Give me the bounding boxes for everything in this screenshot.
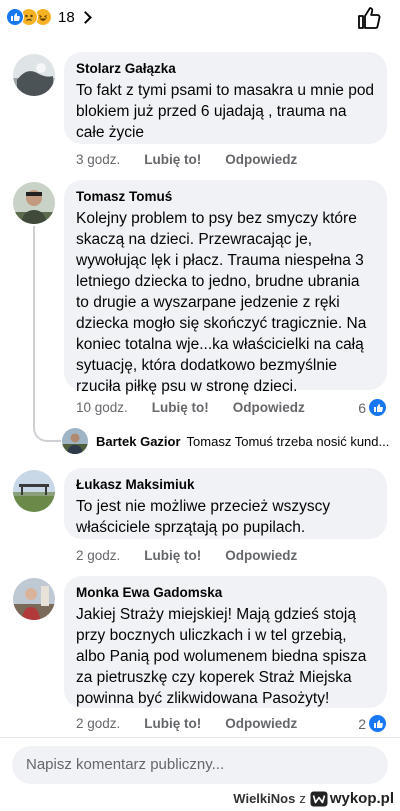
reply-author[interactable]: Bartek Gazior (96, 434, 181, 449)
like-post-button[interactable] (356, 5, 382, 31)
avatar[interactable] (13, 182, 55, 224)
comment-actions: 10 godz. Lubię to! Odpowiedz (76, 400, 329, 415)
like-button[interactable]: Lubię to! (144, 716, 201, 731)
reply-thread-line (33, 226, 61, 442)
like-button[interactable]: Lubię to! (152, 400, 209, 415)
thumbs-up-icon (358, 7, 381, 29)
comment-text: To jest nie możliwe przecież wszyscy wła… (76, 498, 331, 536)
wykop-logo: wykop.pl (310, 790, 394, 807)
comment-time[interactable]: 2 godz. (76, 548, 120, 563)
avatar[interactable] (62, 428, 88, 454)
like-icon (6, 8, 24, 26)
watermark-connector: z (299, 791, 306, 806)
comment-reaction-count: 6 (358, 399, 366, 416)
comment-bubble: Stolarz Gałązka To fakt z tymi psami to … (64, 52, 387, 144)
reply-button[interactable]: Odpowiedz (225, 548, 297, 563)
comment-text: To fakt z tymi psami to masakra u mnie p… (76, 82, 375, 141)
comment-bubble: Łukasz Maksimiuk To jest nie możliwe prz… (64, 468, 387, 539)
watermark: WielkiNos z wykop.pl (233, 790, 394, 807)
comment-author[interactable]: Monka Ewa Gadomska (76, 584, 375, 602)
like-button[interactable]: Lubię to! (144, 152, 201, 167)
chevron-right-icon (78, 10, 92, 24)
watermark-site: wykop.pl (329, 790, 394, 807)
comment-actions: 3 godz. Lubię to! Odpowiedz (76, 152, 321, 167)
comment-author[interactable]: Stolarz Gałązka (76, 60, 375, 78)
reply-button[interactable]: Odpowiedz (225, 716, 297, 731)
comment-reactions[interactable]: 6 (358, 399, 386, 416)
reactions-bar: 18 (0, 0, 400, 40)
reply-button[interactable]: Odpowiedz (225, 152, 297, 167)
comment-text: Kolejny problem to psy bez smyczy które … (76, 210, 367, 395)
avatar[interactable] (13, 578, 55, 620)
comment-input[interactable]: Napisz komentarz publiczny... (12, 746, 388, 784)
comment-time[interactable]: 2 godz. (76, 716, 120, 731)
wykop-logo-icon (310, 791, 328, 806)
like-icon (369, 399, 386, 416)
watermark-user: WielkiNos (233, 791, 296, 806)
watermark-footer: WielkiNos z wykop.pl (0, 787, 400, 811)
comment-bubble: Tomasz Tomuś Kolejny problem to psy bez … (64, 180, 387, 395)
reaction-count: 18 (58, 8, 75, 26)
comment-author[interactable]: Tomasz Tomuś (76, 188, 375, 206)
comment-time[interactable]: 3 godz. (76, 152, 120, 167)
comment-actions: 2 godz. Lubię to! Odpowiedz (76, 716, 321, 731)
divider (0, 737, 400, 738)
reactions-summary[interactable]: 18 (6, 6, 92, 28)
reply-snippet: Tomasz Tomuś trzeba nosić kund... (186, 434, 390, 449)
comment-author[interactable]: Łukasz Maksimiuk (76, 476, 375, 494)
comment-text: Jakiej Straży miejskiej! Mają gdzieś sto… (76, 606, 367, 707)
comment-time[interactable]: 10 godz. (76, 400, 128, 415)
avatar[interactable] (13, 470, 55, 512)
reply-text-line: Bartek Gazior Tomasz Tomuś trzeba nosić k… (96, 434, 389, 449)
like-button[interactable]: Lubię to! (144, 548, 201, 563)
avatar[interactable] (13, 54, 55, 96)
comment-reaction-count: 2 (358, 715, 366, 732)
reply-button[interactable]: Odpowiedz (233, 400, 305, 415)
comment-reactions[interactable]: 2 (358, 715, 386, 732)
comment-bubble: Monka Ewa Gadomska Jakiej Straży miejski… (64, 576, 387, 708)
comment-input-placeholder: Napisz komentarz publiczny... (26, 756, 225, 773)
like-icon (369, 715, 386, 732)
reply-preview[interactable]: Bartek Gazior Tomasz Tomuś trzeba nosić k… (62, 428, 392, 456)
comment-actions: 2 godz. Lubię to! Odpowiedz (76, 548, 321, 563)
